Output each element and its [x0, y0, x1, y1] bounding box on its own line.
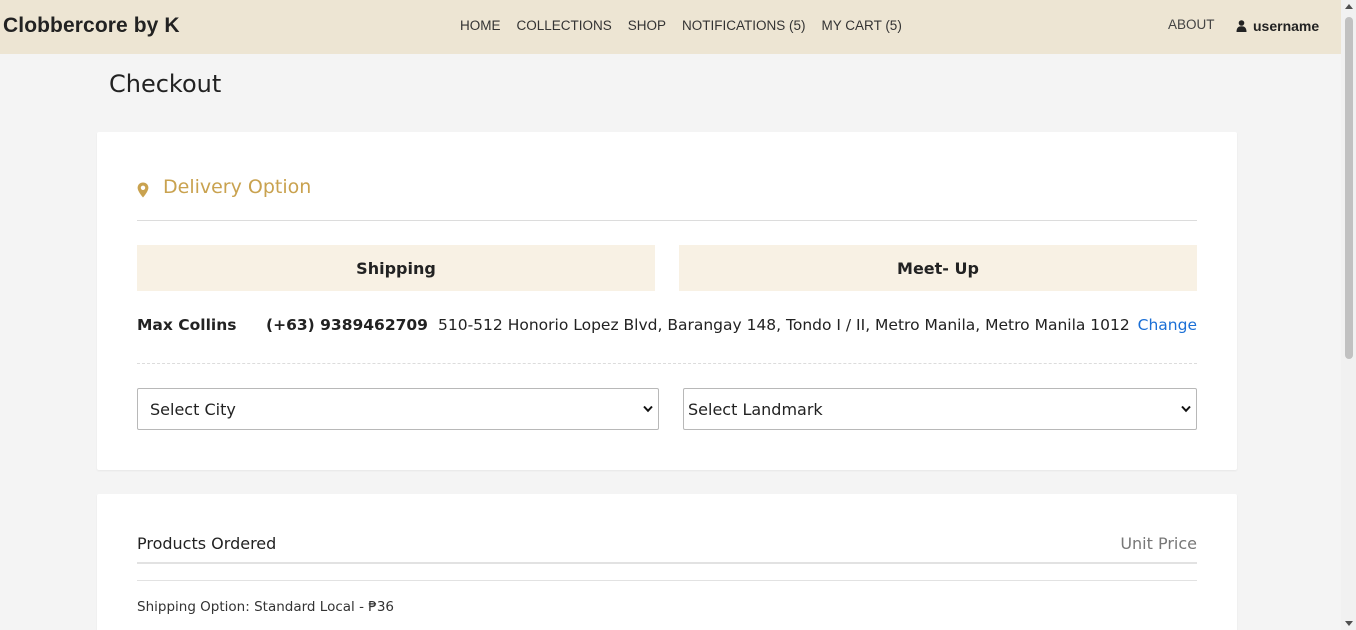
products-ordered-heading: Products Ordered	[137, 534, 277, 553]
user-icon	[1236, 20, 1247, 32]
recipient-name: Max Collins	[137, 316, 237, 334]
divider	[137, 580, 1197, 581]
delivery-option-card: Delivery Option Shipping Meet- Up Max Co…	[97, 132, 1237, 470]
delivery-option-title: Delivery Option	[163, 176, 312, 198]
recipient-phone: (+63) 9389462709	[266, 316, 428, 334]
brand-logo-text[interactable]: Clobbercore by K	[3, 14, 180, 38]
top-navbar: Clobbercore by K HOME COLLECTIONS SHOP N…	[0, 0, 1341, 54]
delivery-address-row: Max Collins (+63) 9389462709 510-512 Hon…	[137, 316, 1197, 338]
scroll-down-arrow-icon[interactable]	[1345, 621, 1353, 626]
divider	[137, 220, 1197, 221]
unit-price-heading: Unit Price	[1120, 534, 1197, 553]
dashed-divider	[137, 363, 1197, 364]
landmark-select[interactable]: Select Landmark	[683, 388, 1197, 430]
scroll-up-arrow-icon[interactable]	[1345, 4, 1353, 9]
nav-shop[interactable]: SHOP	[628, 18, 666, 33]
city-select[interactable]: Select City	[137, 388, 659, 430]
recipient-address: 510-512 Honorio Lopez Blvd, Barangay 148…	[438, 316, 1130, 334]
nav-notifications[interactable]: NOTIFICATIONS (5)	[682, 18, 806, 33]
meetup-option-button[interactable]: Meet- Up	[679, 245, 1197, 291]
shipping-option-button[interactable]: Shipping	[137, 245, 655, 291]
nav-my-cart[interactable]: MY CART (5)	[822, 18, 902, 33]
page-scrollbar[interactable]	[1341, 0, 1356, 630]
chevron-down-icon	[1181, 405, 1191, 413]
landmark-select-value: Select Landmark	[688, 399, 823, 419]
main-nav: HOME COLLECTIONS SHOP NOTIFICATIONS (5) …	[460, 18, 902, 33]
products-table-header: Products Ordered Unit Price	[137, 534, 1197, 564]
change-address-link[interactable]: Change	[1138, 316, 1197, 334]
scrollbar-thumb[interactable]	[1345, 17, 1353, 359]
username-label: username	[1253, 18, 1320, 34]
map-pin-icon	[137, 182, 149, 198]
nav-home[interactable]: HOME	[460, 18, 501, 33]
nav-collections[interactable]: COLLECTIONS	[517, 18, 612, 33]
shipping-option-text: Shipping Option: Standard Local - ₱36	[137, 599, 394, 615]
delivery-option-header: Delivery Option	[137, 176, 311, 198]
user-menu[interactable]: username	[1236, 18, 1319, 34]
nav-about[interactable]: ABOUT	[1168, 17, 1215, 32]
chevron-down-icon	[643, 405, 653, 413]
city-select-value: Select City	[150, 399, 236, 419]
page-title: Checkout	[109, 70, 222, 98]
products-ordered-card: Products Ordered Unit Price Shipping Opt…	[97, 494, 1237, 630]
